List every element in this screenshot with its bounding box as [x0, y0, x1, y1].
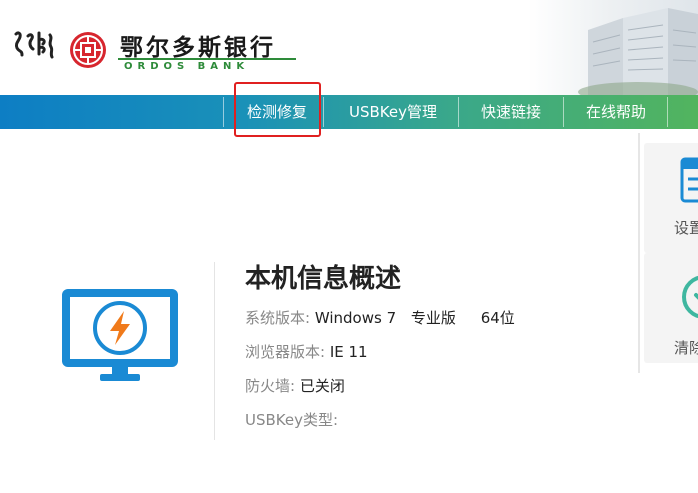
os-bitness-value: 64位 — [480, 309, 515, 327]
nav-separator — [458, 97, 459, 127]
nav-separator — [323, 97, 324, 127]
monitor-lightning-icon — [62, 289, 178, 381]
bank-name-chinese: 鄂尔多斯银行 — [120, 35, 276, 61]
building-photo — [528, 0, 698, 95]
mongolian-script-logo — [14, 31, 54, 59]
content-divider — [214, 262, 215, 440]
tab-quick-links[interactable]: 快速链接 — [466, 95, 556, 129]
nav-separator — [223, 97, 224, 127]
clean-card[interactable]: 清除 — [644, 253, 698, 363]
clean-icon — [682, 275, 698, 319]
os-name-value: Windows 7 — [314, 309, 397, 327]
firewall-row: 防火墙: 已关闭 — [245, 375, 345, 396]
nav-separator — [563, 97, 564, 127]
clean-label: 清除 — [674, 339, 698, 357]
tab-detect-repair[interactable]: 检测修复 — [231, 95, 323, 129]
side-panel-border — [638, 133, 640, 373]
bank-emblem-icon — [70, 32, 106, 68]
system-version-row: 系统版本: Windows 7 专业版 64位 — [245, 307, 515, 328]
side-panel: 设置 清除 — [638, 133, 698, 373]
usbkey-type-label: USBKey类型: — [245, 411, 339, 429]
info-title: 本机信息概述 — [245, 264, 402, 294]
firewall-value: 已关闭 — [299, 377, 345, 395]
browser-version-value: IE 11 — [329, 343, 368, 361]
browser-version-label: 浏览器版本: — [245, 343, 326, 361]
firewall-label: 防火墙: — [245, 377, 296, 395]
header: 鄂尔多斯银行 ORDOS BANK — [0, 0, 698, 95]
nav-bar: 检测修复 USBKey管理 快速链接 在线帮助 — [0, 95, 698, 129]
tab-usbkey-management[interactable]: USBKey管理 — [337, 95, 449, 129]
browser-version-row: 浏览器版本: IE 11 — [245, 341, 368, 362]
system-version-label: 系统版本: — [245, 309, 311, 327]
os-edition-value: 专业版 — [410, 309, 456, 327]
tab-online-help[interactable]: 在线帮助 — [572, 95, 660, 129]
bank-name-english: ORDOS BANK — [124, 61, 250, 72]
settings-label: 设置 — [674, 219, 698, 237]
usbkey-type-row: USBKey类型: — [245, 409, 338, 430]
nav-separator — [667, 97, 668, 127]
settings-card[interactable]: 设置 — [644, 143, 698, 253]
settings-icon — [680, 157, 698, 203]
bank-name-underline — [118, 58, 296, 60]
